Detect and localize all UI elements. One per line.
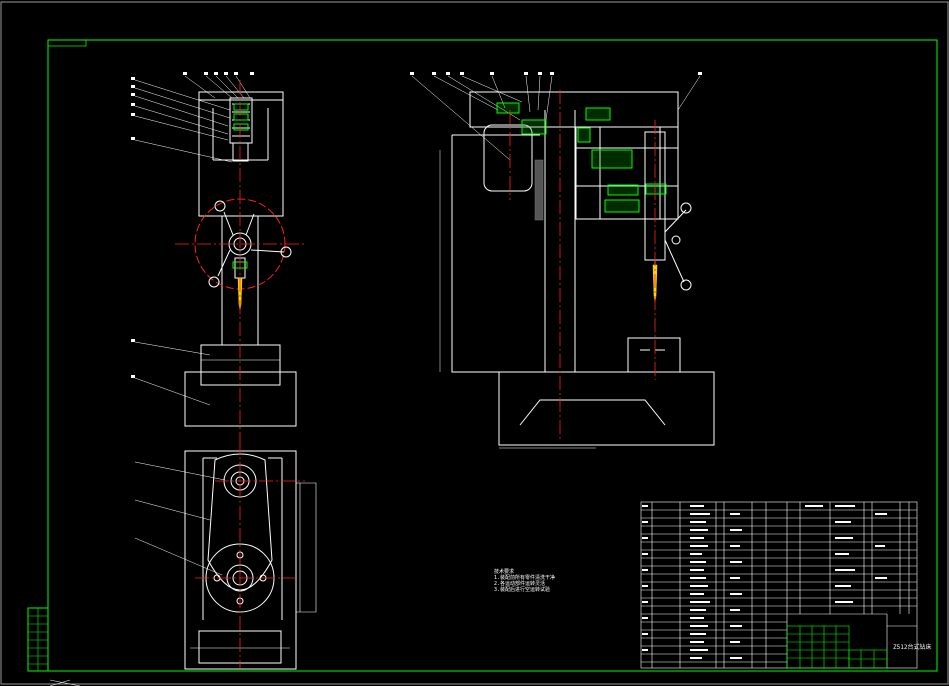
- side-view: [411, 75, 715, 449]
- front-view: [134, 75, 297, 427]
- drawing-title: Z512台式钻床: [893, 644, 932, 651]
- technical-note-line: 3.装配后进行空运转试验: [494, 587, 551, 593]
- cad-drawing: [0, 1, 949, 686]
- motor-hatch: [534, 159, 544, 221]
- sheet-border: [0, 1, 949, 686]
- front-view-leader-numbers: [131, 72, 254, 378]
- front-view-centerlines: [175, 80, 305, 440]
- top-view-centerlines: [195, 440, 305, 668]
- side-view-highlights: [496, 102, 667, 213]
- technical-notes: 技术要求 1.装配前所有零件清洗干净 2.各运动部件运转灵活 3.装配后进行空运…: [494, 569, 555, 593]
- top-view: [134, 450, 317, 670]
- title-block-grid: [786, 625, 888, 669]
- side-view-leader-numbers: [410, 72, 702, 75]
- parts-list-table: [640, 501, 918, 669]
